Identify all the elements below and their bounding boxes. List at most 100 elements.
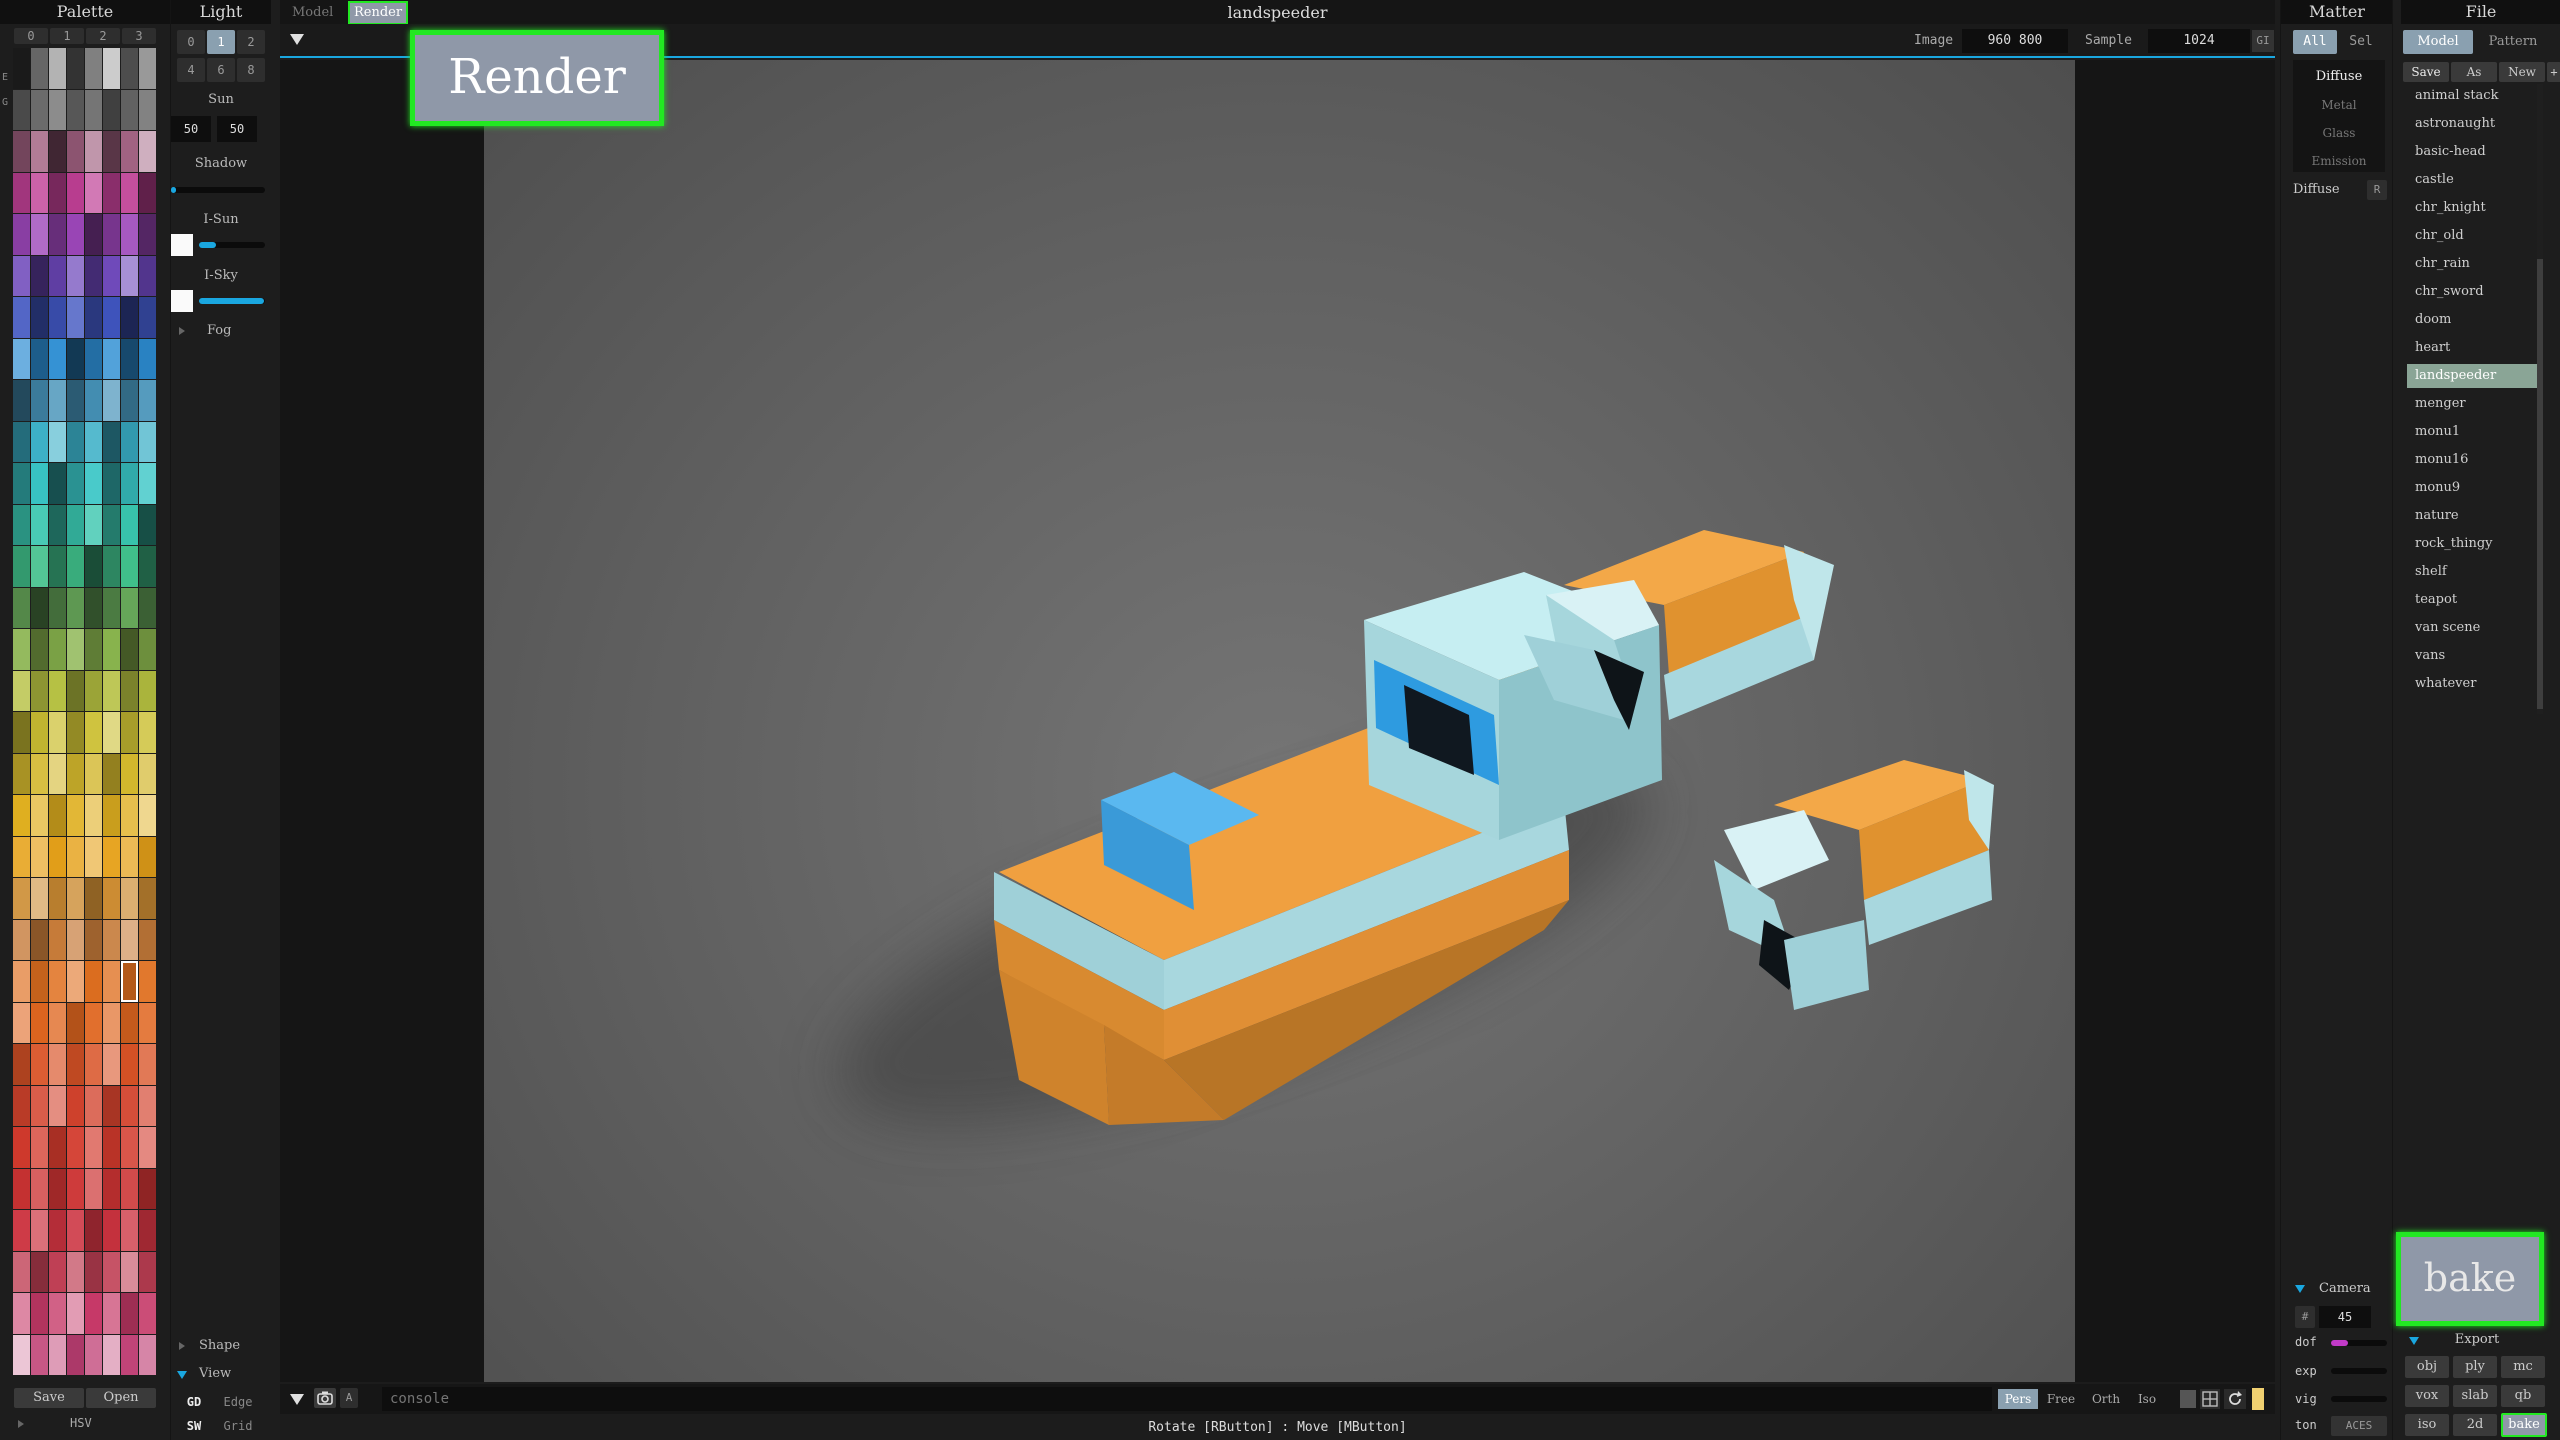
light-preset-8[interactable]: 8 <box>237 58 265 82</box>
matter-tab-all[interactable]: All <box>2293 30 2337 54</box>
palette-swatch[interactable] <box>139 1002 156 1043</box>
view-sw-button[interactable]: SW <box>179 1416 209 1436</box>
material-type-metal[interactable]: Metal <box>2293 92 2385 118</box>
palette-swatch[interactable] <box>49 48 66 89</box>
camera-label[interactable]: Camera <box>2319 1281 2371 1296</box>
view-free-button[interactable]: Free <box>2042 1389 2080 1409</box>
palette-swatch[interactable] <box>31 463 48 504</box>
palette-swatch[interactable] <box>13 587 30 628</box>
console-input[interactable] <box>382 1387 1992 1411</box>
palette-swatch[interactable] <box>103 1210 120 1251</box>
palette-swatch[interactable] <box>121 89 138 130</box>
palette-swatch[interactable] <box>103 1085 120 1126</box>
palette-swatch[interactable] <box>85 1293 102 1334</box>
palette-swatch[interactable] <box>13 670 30 711</box>
palette-swatch[interactable] <box>31 380 48 421</box>
palette-swatch[interactable] <box>103 504 120 545</box>
palette-swatch[interactable] <box>139 255 156 296</box>
model-list-item[interactable]: nature <box>2407 504 2537 528</box>
palette-swatch[interactable] <box>31 753 48 794</box>
model-list-item[interactable]: monu1 <box>2407 420 2537 444</box>
palette-swatch[interactable] <box>139 546 156 587</box>
palette-swatch[interactable] <box>49 504 66 545</box>
palette-swatch[interactable] <box>85 463 102 504</box>
palette-swatch[interactable] <box>139 712 156 753</box>
palette-swatch[interactable] <box>85 380 102 421</box>
palette-swatch[interactable] <box>13 1002 30 1043</box>
palette-swatch[interactable] <box>121 1251 138 1292</box>
palette-swatch[interactable] <box>139 919 156 960</box>
palette-swatch[interactable] <box>139 587 156 628</box>
export-2d-button[interactable]: 2d <box>2453 1414 2497 1436</box>
palette-swatch[interactable] <box>49 131 66 172</box>
palette-swatch[interactable] <box>49 214 66 255</box>
palette-swatch[interactable] <box>139 89 156 130</box>
palette-swatch[interactable] <box>31 546 48 587</box>
palette-swatch[interactable] <box>13 1168 30 1209</box>
palette-swatch[interactable] <box>121 1002 138 1043</box>
palette-swatch[interactable] <box>103 670 120 711</box>
palette-swatch[interactable] <box>31 172 48 213</box>
palette-swatch[interactable] <box>67 1085 84 1126</box>
palette-tab-0[interactable]: 0 <box>14 28 48 44</box>
palette-swatch[interactable] <box>67 919 84 960</box>
shape-expand-icon[interactable] <box>179 1342 185 1350</box>
palette-swatch[interactable] <box>31 919 48 960</box>
palette-swatch[interactable] <box>85 961 102 1002</box>
palette-swatch[interactable] <box>121 1210 138 1251</box>
palette-swatch[interactable] <box>103 89 120 130</box>
palette-swatch[interactable] <box>103 1334 120 1375</box>
palette-swatch[interactable] <box>85 1044 102 1085</box>
palette-swatch[interactable] <box>85 297 102 338</box>
palette-tab-1[interactable]: 1 <box>50 28 84 44</box>
palette-swatch[interactable] <box>121 795 138 836</box>
file-new-button[interactable]: New <box>2499 62 2545 82</box>
exp-slider[interactable] <box>2331 1368 2387 1374</box>
model-list-item[interactable]: menger <box>2407 392 2537 416</box>
palette-swatch[interactable] <box>13 421 30 462</box>
palette-swatch[interactable] <box>121 753 138 794</box>
palette-swatch[interactable] <box>121 1044 138 1085</box>
palette-swatch[interactable] <box>85 712 102 753</box>
palette-swatch[interactable] <box>139 670 156 711</box>
palette-swatch[interactable] <box>31 1334 48 1375</box>
palette-swatch[interactable] <box>49 587 66 628</box>
render-viewport[interactable] <box>280 60 2275 1382</box>
palette-swatch[interactable] <box>13 919 30 960</box>
palette-swatch[interactable] <box>49 1334 66 1375</box>
palette-swatch[interactable] <box>121 1127 138 1168</box>
palette-swatch[interactable] <box>13 255 30 296</box>
palette-swatch[interactable] <box>67 961 84 1002</box>
gi-toggle-button[interactable]: GI <box>2252 30 2274 52</box>
palette-swatch[interactable] <box>121 919 138 960</box>
palette-swatch[interactable] <box>13 1293 30 1334</box>
sun-angle-field-1[interactable]: 50 <box>171 116 211 142</box>
palette-swatch[interactable] <box>85 1251 102 1292</box>
palette-swatch[interactable] <box>85 1210 102 1251</box>
palette-swatch[interactable] <box>31 629 48 670</box>
palette-swatch[interactable] <box>13 712 30 753</box>
palette-swatch[interactable] <box>121 878 138 919</box>
palette-swatch[interactable] <box>103 961 120 1002</box>
file-tab-pattern[interactable]: Pattern <box>2475 30 2551 54</box>
palette-swatch[interactable] <box>13 753 30 794</box>
light-preset-0[interactable]: 0 <box>177 30 205 54</box>
view-gd-button[interactable]: GD <box>179 1392 209 1412</box>
palette-swatch[interactable] <box>139 131 156 172</box>
image-size-field[interactable]: 960 800 <box>1962 29 2068 53</box>
palette-swatch[interactable] <box>31 214 48 255</box>
palette-swatch[interactable] <box>139 380 156 421</box>
palette-swatch[interactable] <box>103 172 120 213</box>
palette-swatch[interactable] <box>139 338 156 379</box>
palette-swatch[interactable] <box>31 297 48 338</box>
model-list-scrollbar[interactable] <box>2537 84 2543 714</box>
model-list-item[interactable]: rock_thingy <box>2407 532 2537 556</box>
export-ply-button[interactable]: ply <box>2453 1356 2497 1378</box>
palette-swatch[interactable] <box>13 504 30 545</box>
palette-swatch[interactable] <box>139 463 156 504</box>
palette-swatch[interactable] <box>85 1168 102 1209</box>
palette-swatch[interactable] <box>67 836 84 877</box>
palette-swatch[interactable] <box>103 587 120 628</box>
view-orth-button[interactable]: Orth <box>2086 1389 2126 1409</box>
palette-swatch[interactable] <box>85 629 102 670</box>
